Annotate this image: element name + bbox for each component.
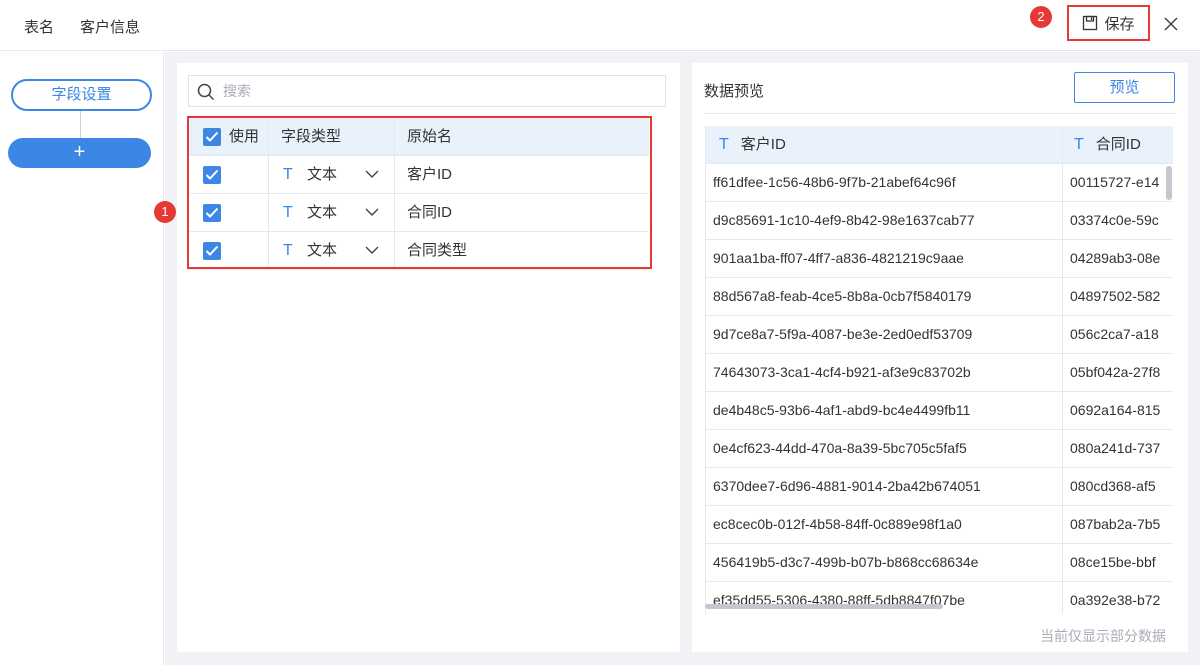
save-button[interactable]: 保存 <box>1067 5 1150 41</box>
field-settings-step[interactable]: 字段设置 <box>11 79 152 111</box>
type-select[interactable]: T 文本 <box>269 232 395 269</box>
check-icon <box>205 131 219 142</box>
check-icon <box>205 207 219 218</box>
preview-grid: T 客户ID T 合同ID ff61dfee-1c56-48b6-9f7b-21ab… <box>705 126 1173 614</box>
save-button-label: 保存 <box>1104 15 1135 33</box>
preview-cell: 04897502-582 <box>1070 288 1161 304</box>
header-use: 使用 <box>229 128 260 145</box>
original-name: 合同ID <box>407 204 453 221</box>
chevron-down-icon[interactable] <box>365 169 379 179</box>
partial-data-note: 当前仅显示部分数据 <box>1040 628 1166 644</box>
preview-cell: 03374c0e-59c <box>1070 212 1159 228</box>
table-row: 74643073-3ca1-4cf4-b921-af3e9c83702b 05bf… <box>706 354 1173 392</box>
table-row: ff61dfee-1c56-48b6-9f7b-21abef64c96f 0011… <box>706 164 1173 202</box>
table-name-label: 表名 <box>24 19 55 36</box>
table-row: T 文本 合同ID <box>189 194 649 232</box>
chevron-down-icon[interactable] <box>365 207 379 217</box>
row-checkbox[interactable] <box>203 166 221 184</box>
preview-cell: 456419b5-d3c7-499b-b07b-b868cc68634e <box>706 544 1063 581</box>
original-name: 客户ID <box>407 166 453 183</box>
table-row: T 文本 合同类型 <box>189 232 649 270</box>
preview-header: T 客户ID T 合同ID <box>706 126 1173 164</box>
text-type-icon: T <box>283 204 293 221</box>
preview-cell: 056c2ca7-a18 <box>1070 326 1159 342</box>
type-value: 文本 <box>307 204 338 221</box>
vertical-scroll-thumb[interactable] <box>1166 166 1172 200</box>
add-step-button[interactable]: + <box>8 138 151 168</box>
preview-cell: 0e4cf623-44dd-470a-8a39-5bc705c5faf5 <box>706 430 1063 467</box>
select-all-checkbox[interactable] <box>203 128 221 146</box>
header-name: 原始名 <box>407 128 453 145</box>
step-badge-2: 2 <box>1030 6 1052 28</box>
preview-cell: 9d7ce8a7-5f9a-4087-be3e-2ed0edf53709 <box>706 316 1063 353</box>
preview-cell: 6370dee7-6d96-4881-9014-2ba42b674051 <box>706 468 1063 505</box>
preview-cell: 04289ab3-08e <box>1070 250 1161 266</box>
close-icon[interactable] <box>1161 14 1181 34</box>
text-type-icon: T <box>1074 136 1084 153</box>
preview-cell: d9c85691-1c10-4ef9-8b42-98e1637cab77 <box>706 202 1063 239</box>
preview-cell: 901aa1ba-ff07-4ff7-a836-4821219c9aae <box>706 240 1063 277</box>
check-icon <box>205 169 219 180</box>
column-name: 合同ID <box>1095 136 1141 153</box>
table-name-value[interactable]: 客户信息 <box>80 16 140 37</box>
column-name: 客户ID <box>740 136 786 153</box>
table-row: 88d567a8-feab-4ce5-8b8a-0cb7f5840179 0489… <box>706 278 1173 316</box>
preview-column-header[interactable]: T 客户ID <box>706 126 1063 163</box>
type-select[interactable]: T 文本 <box>269 156 395 193</box>
row-checkbox[interactable] <box>203 242 221 260</box>
use-cell <box>189 156 269 193</box>
step-rail: 字段设置 + <box>0 52 164 665</box>
save-icon <box>1083 15 1098 31</box>
header-use-cell: 使用 <box>189 118 269 155</box>
original-name: 合同类型 <box>407 242 468 259</box>
divider <box>704 113 1176 114</box>
table-row: 6370dee7-6d96-4881-9014-2ba42b674051 080c… <box>706 468 1173 506</box>
preview-cell: 00115727-e14 <box>1070 174 1160 190</box>
text-type-icon: T <box>283 166 293 183</box>
table-row: 901aa1ba-ff07-4ff7-a836-4821219c9aae 0428… <box>706 240 1173 278</box>
search-icon <box>197 83 215 101</box>
preview-cell: 087bab2a-7b5 <box>1070 516 1161 532</box>
type-value: 文本 <box>307 242 338 259</box>
table-row: 9d7ce8a7-5f9a-4087-be3e-2ed0edf53709 056c… <box>706 316 1173 354</box>
table-row: T 文本 客户ID <box>189 156 649 194</box>
text-type-icon: T <box>283 242 293 259</box>
table-row: d9c85691-1c10-4ef9-8b42-98e1637cab77 0337… <box>706 202 1173 240</box>
preview-cell: 0692a164-815 <box>1070 402 1161 418</box>
header-type-cell: 字段类型 <box>269 118 395 155</box>
preview-cell: 080cd368-af5 <box>1070 478 1156 494</box>
type-select[interactable]: T 文本 <box>269 194 395 231</box>
text-type-icon: T <box>719 136 729 153</box>
preview-title: 数据预览 <box>704 83 765 100</box>
type-value: 文本 <box>307 166 338 183</box>
preview-cell: de4b48c5-93b6-4af1-abd9-bc4e4499fb11 <box>706 392 1063 429</box>
row-checkbox[interactable] <box>203 204 221 222</box>
horizontal-scroll-thumb[interactable] <box>705 604 943 609</box>
check-icon <box>205 245 219 256</box>
rail-connector <box>80 111 81 138</box>
header-type: 字段类型 <box>281 128 342 145</box>
search-input[interactable] <box>223 79 653 103</box>
search-box <box>188 75 666 107</box>
preview-cell: 88d567a8-feab-4ce5-8b8a-0cb7f5840179 <box>706 278 1063 315</box>
use-cell <box>189 232 269 269</box>
table-row: ec8cec0b-012f-4b58-84ff-0c889e98f1a0 087b… <box>706 506 1173 544</box>
table-row: de4b48c5-93b6-4af1-abd9-bc4e4499fb11 0692… <box>706 392 1173 430</box>
step-badge-1: 1 <box>154 201 176 223</box>
preview-button[interactable]: 预览 <box>1074 72 1175 103</box>
table-row: 456419b5-d3c7-499b-b07b-b868cc68634e 08ce… <box>706 544 1173 582</box>
preview-column-header[interactable]: T 合同ID <box>1063 126 1173 163</box>
use-cell <box>189 194 269 231</box>
table-row: 0e4cf623-44dd-470a-8a39-5bc705c5faf5 080a… <box>706 430 1173 468</box>
preview-cell: ff61dfee-1c56-48b6-9f7b-21abef64c96f <box>706 164 1063 201</box>
field-table-header: 使用 字段类型 原始名 <box>189 118 649 156</box>
chevron-down-icon[interactable] <box>365 245 379 255</box>
preview-cell: 080a241d-737 <box>1070 440 1161 456</box>
preview-cell: 05bf042a-27f8 <box>1070 364 1161 380</box>
horizontal-scrollbar[interactable] <box>705 604 1173 610</box>
top-bar: 表名 客户信息 2 保存 <box>0 0 1200 51</box>
preview-cell: 74643073-3ca1-4cf4-b921-af3e9c83702b <box>706 354 1063 391</box>
preview-cell: ec8cec0b-012f-4b58-84ff-0c889e98f1a0 <box>706 506 1063 543</box>
preview-cell: 08ce15be-bbf <box>1070 554 1156 570</box>
